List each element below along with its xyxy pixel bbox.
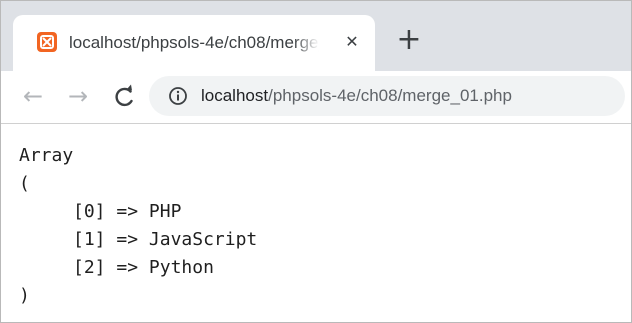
- output-open-paren: (: [19, 173, 30, 194]
- close-icon[interactable]: ✕: [341, 31, 363, 53]
- back-arrow-icon[interactable]: ←: [19, 79, 47, 115]
- output-array-keyword: Array: [19, 145, 74, 166]
- entry-value: Python: [148, 257, 214, 278]
- entry-arrow: =>: [116, 201, 139, 222]
- address-bar[interactable]: localhost/phpsols-4e/ch08/merge_01.php: [149, 76, 625, 116]
- page-content: Array ( [0] => PHP [1] => JavaScript [2]…: [1, 124, 631, 322]
- forward-arrow-icon[interactable]: →: [64, 79, 92, 115]
- reload-icon[interactable]: [107, 79, 141, 115]
- tab-merge[interactable]: localhost/phpsols-4e/ch08/merge_01.php ✕: [13, 15, 375, 71]
- url-path: /phpsols-4e/ch08/merge_01.php: [268, 86, 512, 105]
- output-entry: [2] => Python: [73, 254, 214, 282]
- entry-key: [0]: [73, 201, 106, 222]
- output-close-paren: ): [19, 285, 30, 306]
- tab-strip: localhost/phpsols-4e/ch08/merge_01.php ✕…: [1, 1, 631, 71]
- entry-key: [1]: [73, 229, 106, 250]
- toolbar: ← → localhost/phpsols-4e/ch08/merge_01.p…: [1, 71, 631, 124]
- info-icon[interactable]: [168, 86, 188, 106]
- entry-value: JavaScript: [148, 229, 258, 250]
- entry-value: PHP: [148, 201, 182, 222]
- output-entry: [1] => JavaScript: [73, 226, 257, 254]
- entry-key: [2]: [73, 257, 106, 278]
- xampp-favicon-icon: [37, 32, 57, 52]
- entry-arrow: =>: [116, 257, 139, 278]
- url-host: localhost: [201, 86, 269, 105]
- output-entry: [0] => PHP: [73, 198, 181, 226]
- new-tab-button[interactable]: +: [395, 25, 423, 55]
- address-url[interactable]: localhost/phpsols-4e/ch08/merge_01.php: [201, 84, 621, 108]
- browser-window: localhost/phpsols-4e/ch08/merge_01.php ✕…: [0, 0, 632, 323]
- entry-arrow: =>: [116, 229, 139, 250]
- tab-title: localhost/phpsols-4e/ch08/merge_01.php: [69, 31, 319, 55]
